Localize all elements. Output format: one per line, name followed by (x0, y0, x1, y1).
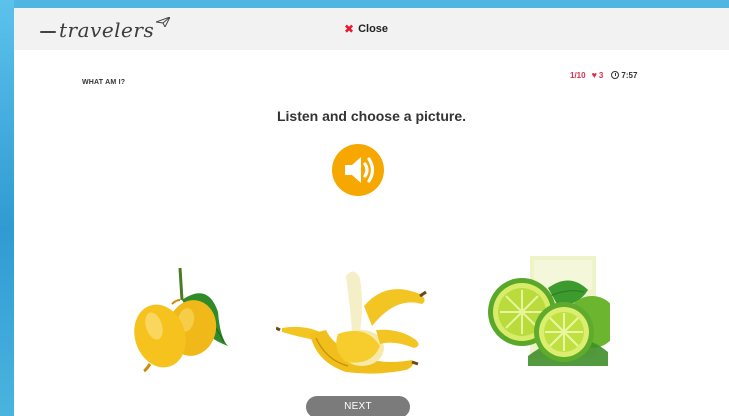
speaker-icon (345, 157, 375, 183)
desktop-background-edge (0, 0, 14, 416)
travelers-logo: travelers (40, 16, 171, 44)
timer: 7:57 (611, 71, 637, 80)
heart-icon: ♥ (591, 70, 597, 80)
quiz-stats: 1/10 ♥ 3 7:57 (570, 70, 637, 80)
play-audio-button[interactable] (332, 144, 384, 196)
lives-count: 3 (598, 70, 604, 80)
next-button[interactable]: NEXT (306, 396, 410, 416)
logo-dash (40, 31, 56, 33)
close-button[interactable]: ✖ Close (344, 22, 388, 36)
instruction-text: Listen and choose a picture. (276, 108, 467, 124)
logo-text: travelers (59, 18, 155, 42)
section-label: WHAT AM I? (82, 79, 126, 86)
top-bar: travelers ✖ Close (14, 8, 729, 50)
progress-counter: 1/10 (570, 70, 586, 80)
choice-banana[interactable] (275, 266, 434, 376)
desktop-background-top (14, 0, 729, 8)
lime-image (488, 256, 618, 366)
choice-lime[interactable] (484, 256, 618, 366)
clock-icon (611, 71, 620, 79)
banana-image (275, 271, 427, 374)
close-icon: ✖ (344, 22, 355, 36)
quiz-window: travelers ✖ Close WHAT AM I? 1/10 ♥ 3 7:… (14, 8, 729, 416)
lives-indicator: ♥ 3 (592, 70, 604, 80)
paper-plane-icon (156, 17, 171, 27)
choice-lemon[interactable] (116, 260, 236, 373)
close-label: Close (358, 23, 389, 35)
lemon-image (134, 267, 228, 373)
timer-value: 7:57 (621, 70, 638, 80)
